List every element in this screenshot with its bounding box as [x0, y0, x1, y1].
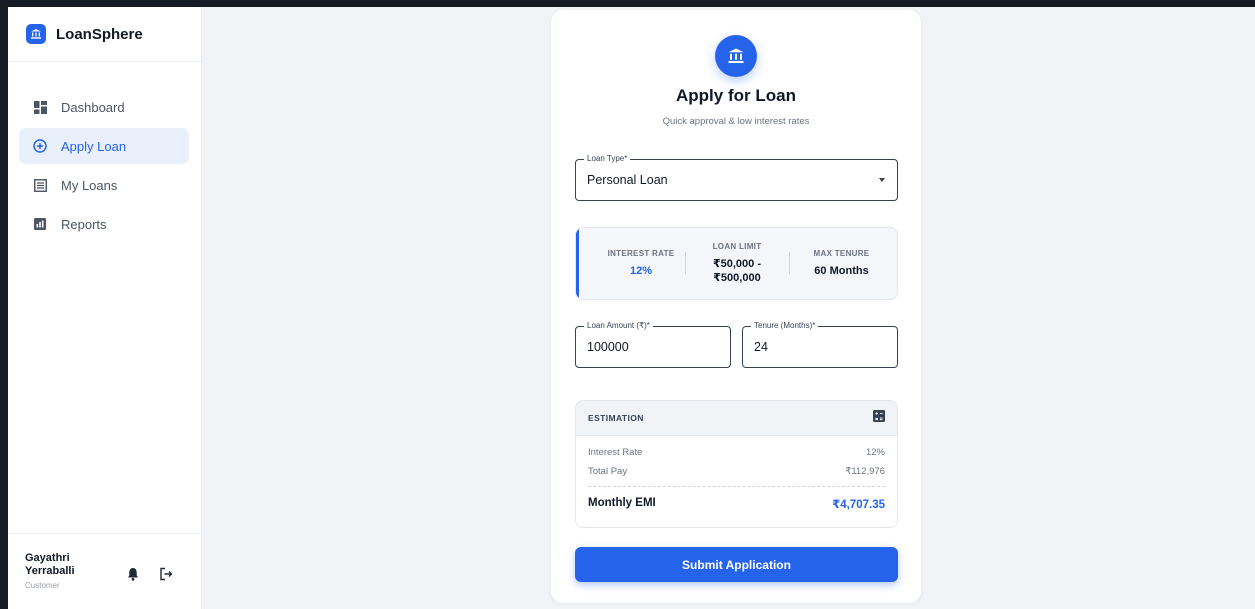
- brand[interactable]: LoanSphere: [8, 7, 201, 62]
- loan-type-value: Personal Loan: [587, 173, 668, 187]
- submit-application-button[interactable]: Submit Application: [575, 547, 898, 582]
- brand-name: LoanSphere: [56, 25, 143, 43]
- total-pay-value: ₹112,976: [845, 466, 885, 477]
- calculator-icon: [873, 409, 885, 427]
- sidebar-item-label: My Loans: [61, 177, 118, 193]
- estimation-interest-label: Interest Rate: [588, 447, 643, 458]
- tenure-label: Tenure (Months)*: [751, 321, 819, 331]
- logout-icon[interactable]: [158, 566, 174, 582]
- app-frame: LoanSphere Dashboard Apply Loan My Loans: [8, 7, 1255, 609]
- sidebar-item-label: Reports: [61, 216, 107, 232]
- loan-type-select[interactable]: Loan Type* Personal Loan: [575, 154, 898, 201]
- sidebar: LoanSphere Dashboard Apply Loan My Loans: [8, 7, 202, 609]
- loan-limit-info: LOAN LIMIT ₹50,000 - ₹500,000: [687, 228, 787, 299]
- loan-amount-field[interactable]: Loan Amount (₹)* 100000: [575, 321, 731, 368]
- max-tenure-label: MAX TENURE: [813, 249, 870, 258]
- chart-icon: [33, 217, 47, 231]
- bank-icon: [715, 35, 757, 77]
- plus-circle-icon: [33, 139, 47, 153]
- sidebar-item-label: Dashboard: [61, 99, 125, 115]
- loan-limit-min: ₹50,000 -: [712, 258, 762, 270]
- loan-amount-label: Loan Amount (₹)*: [584, 321, 653, 331]
- sidebar-nav: Dashboard Apply Loan My Loans Reports: [8, 62, 201, 242]
- user-profile: Gayathri Yerraballi Customer: [8, 533, 202, 609]
- loan-amount-value: 100000: [587, 340, 629, 354]
- estimation-header: ESTIMATION: [576, 401, 897, 436]
- user-actions: [125, 566, 174, 582]
- loan-info-panel: INTEREST RATE 12% LOAN LIMIT ₹50,000 - ₹…: [575, 227, 898, 300]
- sidebar-item-reports[interactable]: Reports: [19, 206, 189, 242]
- estimation-total-row: Total Pay ₹112,976: [576, 466, 897, 477]
- interest-rate-label: INTEREST RATE: [607, 249, 675, 258]
- max-tenure-value: 60 Months: [814, 265, 869, 277]
- monthly-emi-value: ₹4,707.35: [832, 499, 885, 511]
- apply-loan-card: Apply for Loan Quick approval & low inte…: [551, 10, 921, 603]
- divider: [588, 486, 885, 487]
- interest-rate-value: 12%: [629, 265, 653, 277]
- dashboard-icon: [33, 100, 47, 114]
- estimation-interest-value: 12%: [865, 447, 885, 458]
- max-tenure-info: MAX TENURE 60 Months: [790, 228, 893, 299]
- page-title: Apply for Loan: [676, 86, 796, 105]
- user-role: Customer: [25, 581, 60, 590]
- user-name: Gayathri Yerraballi: [25, 552, 75, 577]
- chevron-down-icon: [879, 178, 885, 182]
- page-subtitle: Quick approval & low interest rates: [662, 116, 810, 127]
- interest-rate-info: INTEREST RATE 12%: [586, 228, 696, 299]
- estimation-interest-row: Interest Rate 12%: [576, 447, 897, 458]
- sidebar-item-apply-loan[interactable]: Apply Loan: [19, 128, 189, 164]
- sidebar-item-label: Apply Loan: [61, 138, 127, 154]
- bank-icon: [26, 24, 46, 44]
- divider: [685, 252, 686, 274]
- tenure-value: 24: [754, 340, 768, 354]
- loan-limit-label: LOAN LIMIT: [712, 242, 762, 251]
- sidebar-item-my-loans[interactable]: My Loans: [19, 167, 189, 203]
- bell-icon[interactable]: [125, 566, 141, 582]
- loan-limit-max: ₹500,000: [713, 272, 761, 284]
- estimation-panel: ESTIMATION Interest Rate 12% Total Pay ₹…: [575, 400, 898, 528]
- tenure-field[interactable]: Tenure (Months)* 24: [742, 321, 898, 368]
- list-icon: [33, 178, 47, 192]
- monthly-emi-label: Monthly EMI: [588, 497, 656, 509]
- monthly-emi-row: Monthly EMI ₹4,707.35: [576, 497, 897, 511]
- total-pay-label: Total Pay: [588, 466, 628, 477]
- loan-type-label: Loan Type*: [584, 154, 631, 164]
- estimation-title: ESTIMATION: [588, 413, 644, 423]
- sidebar-item-dashboard[interactable]: Dashboard: [19, 89, 189, 125]
